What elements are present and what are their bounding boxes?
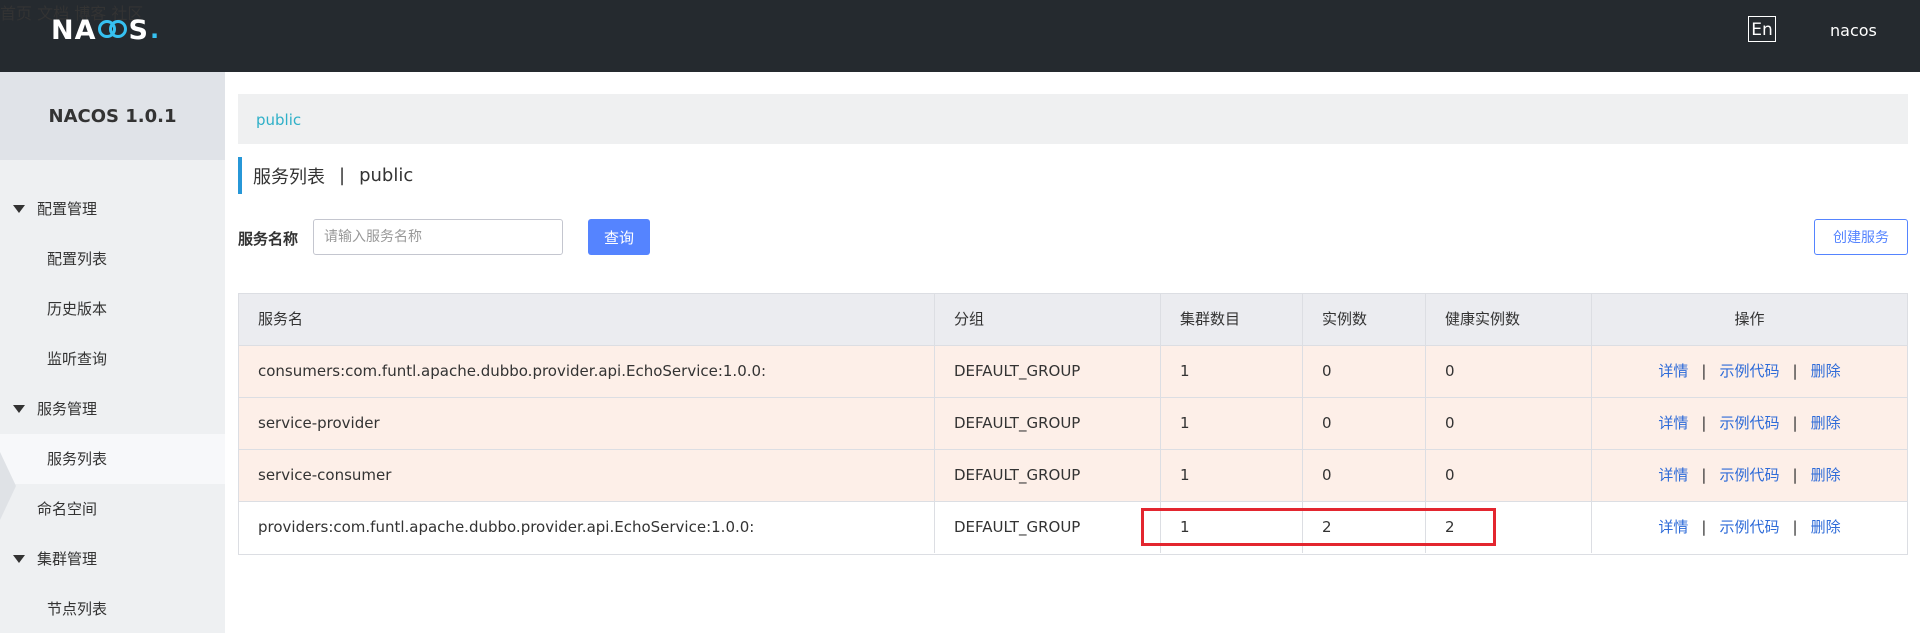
cell-healthy: 0 — [1426, 346, 1592, 397]
cell-group: DEFAULT_GROUP — [935, 502, 1161, 553]
cell-service-name: service-provider — [239, 398, 935, 449]
query-button[interactable]: 查询 — [588, 219, 650, 255]
service-name-label: 服务名称 — [238, 230, 299, 248]
sidebar-group-service[interactable]: 服务管理 — [0, 384, 225, 434]
table-header: 服务名 分组 集群数目 实例数 健康实例数 操作 — [239, 294, 1907, 346]
detail-link[interactable]: 详情 — [1658, 414, 1688, 432]
sidebar-item-node-list[interactable]: 节点列表 — [0, 584, 225, 634]
sidebar-item-namespace[interactable]: 命名空间 — [0, 484, 225, 534]
cell-healthy: 2 — [1426, 502, 1592, 553]
table-row: service-provider DEFAULT_GROUP 1 0 0 详情 |… — [239, 398, 1907, 450]
caret-down-icon — [13, 205, 25, 213]
sample-code-link[interactable]: 示例代码 — [1719, 466, 1779, 484]
cell-service-name: providers:com.funtl.apache.dubbo.provide… — [239, 502, 935, 553]
sample-code-link[interactable]: 示例代码 — [1719, 414, 1779, 432]
cell-actions: 详情 | 示例代码 | 删除 — [1658, 466, 1841, 484]
cell-service-name: service-consumer — [239, 450, 935, 501]
column-header-service-name[interactable]: 服务名 — [239, 294, 935, 345]
table-row: service-consumer DEFAULT_GROUP 1 0 0 详情 |… — [239, 450, 1907, 502]
cell-actions: 详情 | 示例代码 | 删除 — [1658, 414, 1841, 432]
user-menu[interactable]: nacos — [1830, 21, 1877, 40]
sample-code-link[interactable]: 示例代码 — [1719, 518, 1779, 536]
column-header-clusters[interactable]: 集群数目 — [1161, 294, 1303, 345]
cell-group: DEFAULT_GROUP — [935, 398, 1161, 449]
sample-code-link[interactable]: 示例代码 — [1719, 362, 1779, 380]
nacos-logo[interactable]: NA S. — [51, 14, 160, 46]
cell-instances: 2 — [1303, 502, 1426, 553]
sidebar-collapse-handle[interactable] — [0, 452, 16, 520]
cell-instances: 0 — [1303, 346, 1426, 397]
cell-clusters: 1 — [1161, 450, 1303, 501]
sidebar-group-cluster[interactable]: 集群管理 — [0, 534, 225, 584]
sidebar-item-history[interactable]: 历史版本 — [0, 284, 225, 334]
namespace-tab-public[interactable]: public — [256, 111, 301, 129]
caret-down-icon — [13, 555, 25, 563]
namespace-bar: public — [238, 94, 1908, 144]
table-row: providers:com.funtl.apache.dubbo.provide… — [239, 502, 1907, 554]
delete-link[interactable]: 删除 — [1811, 518, 1841, 536]
sidebar-item-config-list[interactable]: 配置列表 — [0, 234, 225, 284]
cell-clusters: 1 — [1161, 398, 1303, 449]
cell-group: DEFAULT_GROUP — [935, 450, 1161, 501]
title-namespace: public — [359, 165, 414, 186]
caret-down-icon — [13, 405, 25, 413]
page-title: 服务列表 | public — [238, 157, 413, 194]
cell-clusters: 1 — [1161, 346, 1303, 397]
cell-instances: 0 — [1303, 450, 1426, 501]
table-row: consumers:com.funtl.apache.dubbo.provide… — [239, 346, 1907, 398]
cell-group: DEFAULT_GROUP — [935, 346, 1161, 397]
column-header-healthy[interactable]: 健康实例数 — [1426, 294, 1592, 345]
sidebar: NACOS 1.0.1 配置管理 配置列表 历史版本 监听查询 服务管理 服务列… — [0, 72, 225, 633]
column-header-actions: 操作 — [1734, 310, 1765, 328]
logo-rings-icon — [97, 20, 128, 40]
detail-link[interactable]: 详情 — [1658, 466, 1688, 484]
sidebar-title: NACOS 1.0.1 — [0, 72, 225, 160]
language-switch-button[interactable]: En — [1748, 16, 1776, 42]
sidebar-item-listener[interactable]: 监听查询 — [0, 334, 225, 384]
cell-healthy: 0 — [1426, 398, 1592, 449]
delete-link[interactable]: 删除 — [1811, 414, 1841, 432]
page-title-text: 服务列表 — [253, 166, 325, 188]
detail-link[interactable]: 详情 — [1658, 362, 1688, 380]
cell-actions: 详情 | 示例代码 | 删除 — [1658, 362, 1841, 380]
cell-actions: 详情 | 示例代码 | 删除 — [1658, 518, 1841, 536]
title-separator: | — [339, 165, 346, 186]
cell-service-name: consumers:com.funtl.apache.dubbo.provide… — [239, 346, 935, 397]
service-name-input[interactable] — [313, 219, 563, 255]
column-header-instances[interactable]: 实例数 — [1303, 294, 1426, 345]
detail-link[interactable]: 详情 — [1658, 518, 1688, 536]
cell-healthy: 0 — [1426, 450, 1592, 501]
delete-link[interactable]: 删除 — [1811, 362, 1841, 380]
nav-home-link[interactable]: 首页 — [0, 4, 32, 23]
sidebar-item-service-list[interactable]: 服务列表 — [0, 434, 225, 484]
top-bar: NA S. 首页 文档 博客 社区 En nacos — [0, 0, 1920, 72]
sidebar-group-config[interactable]: 配置管理 — [0, 184, 225, 234]
delete-link[interactable]: 删除 — [1811, 466, 1841, 484]
column-header-group[interactable]: 分组 — [935, 294, 1161, 345]
create-service-button[interactable]: 创建服务 — [1814, 219, 1908, 255]
service-table: 服务名 分组 集群数目 实例数 健康实例数 操作 consumers:com.f… — [238, 293, 1908, 555]
cell-instances: 0 — [1303, 398, 1426, 449]
cell-clusters: 1 — [1161, 502, 1303, 553]
